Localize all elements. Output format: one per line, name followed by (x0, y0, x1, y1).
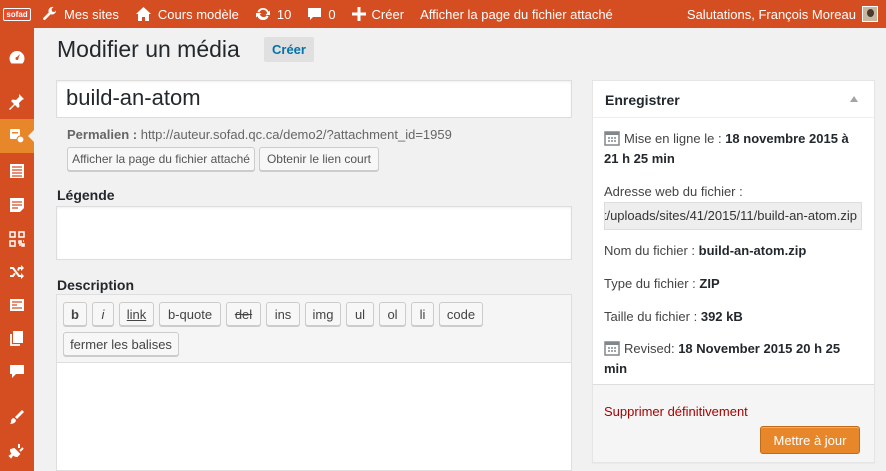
sidebar-item-list[interactable] (0, 154, 34, 188)
publish-box-header[interactable]: Enregistrer (593, 81, 874, 118)
upload-date: Mise en ligne le : 18 novembre 2015 à 21… (604, 129, 866, 169)
comments-count: 0 (328, 6, 336, 22)
update-button[interactable]: Mettre à jour (760, 426, 860, 454)
qt-bold-button[interactable]: b (63, 302, 87, 326)
comments-link[interactable]: 0 (299, 0, 343, 28)
wrench-icon (43, 6, 57, 20)
collapse-arrow-icon[interactable] (850, 96, 858, 102)
revised-date: Revised: 18 November 2015 20 h 25 min (604, 339, 866, 379)
admin-menu (0, 28, 34, 471)
view-attachment-label: Afficher la page du fichier attaché (420, 6, 613, 22)
shuffle-icon (10, 265, 24, 279)
publish-box: Enregistrer Mise en ligne le : 18 novemb… (592, 80, 875, 463)
file-size: Taille du fichier : 392 kB (604, 307, 743, 327)
logo-text: sofad (3, 7, 31, 21)
file-type-value: ZIP (699, 276, 720, 291)
qt-ins-button[interactable]: ins (266, 302, 300, 326)
greeting: Salutations, François Moreau (686, 6, 856, 22)
sidebar-item-form[interactable] (0, 288, 34, 322)
sidebar-item-grid[interactable] (0, 222, 34, 256)
admin-bar: sofad Mes sites Cours modèle 10 0 Créer … (0, 0, 886, 28)
file-url-label: Adresse web du fichier : (604, 184, 743, 199)
file-type: Type du fichier : ZIP (604, 274, 720, 294)
qt-ul-button[interactable]: ul (346, 302, 374, 326)
updates-count: 10 (276, 6, 292, 22)
upload-date-label: Mise en ligne le : (624, 131, 722, 146)
dashboard-icon (9, 51, 25, 64)
sidebar-item-plugins[interactable] (0, 434, 34, 468)
caption-label: Légende (57, 187, 115, 203)
sidebar-item-media[interactable] (0, 119, 34, 153)
new-label: Créer (371, 6, 405, 22)
view-attachment-link[interactable]: Afficher la page du fichier attaché (412, 0, 621, 28)
file-name-value: build-an-atom.zip (698, 243, 807, 258)
calendar-icon (604, 341, 620, 356)
sidebar-item-post[interactable] (0, 188, 34, 222)
avatar (862, 6, 878, 22)
home-icon (135, 7, 151, 21)
view-attachment-button[interactable]: Afficher la page du fichier attaché (67, 147, 255, 171)
page-title: Modifier un média (57, 36, 240, 62)
plugins-icon (8, 444, 24, 459)
file-type-label: Type du fichier : (604, 276, 696, 291)
new-content-menu[interactable]: Créer (344, 0, 413, 28)
sidebar-item-appearance[interactable] (0, 400, 34, 434)
site-name-menu[interactable]: Cours modèle (127, 0, 247, 28)
publish-actions: Supprimer définitivement Mettre à jour (593, 384, 874, 462)
sidebar-item-posts[interactable] (0, 84, 34, 118)
quicktags-toolbar: b i link b-quote del ins img ul ol li co… (57, 295, 571, 363)
delete-permanently-link[interactable]: Supprimer définitivement (604, 404, 748, 419)
qt-ol-button[interactable]: ol (379, 302, 406, 326)
pin-icon (9, 94, 24, 110)
qt-code-button[interactable]: code (439, 302, 483, 326)
site-name-label: Cours modèle (157, 6, 239, 22)
file-name: Nom du fichier : build-an-atom.zip (604, 241, 806, 261)
qt-link-button[interactable]: link (119, 302, 154, 326)
revised-label: Revised: (624, 341, 675, 356)
file-url-value: http://auteur.sofad.qc.ca/demo2/wp-conte… (605, 208, 857, 223)
sidebar-item-dashboard[interactable] (0, 40, 34, 74)
qt-del-button[interactable]: del (226, 302, 261, 326)
my-sites-label: Mes sites (64, 6, 119, 22)
list-icon (10, 164, 24, 178)
description-textarea[interactable] (57, 364, 571, 470)
description-label: Description (57, 277, 135, 293)
file-url-field[interactable]: http://auteur.sofad.qc.ca/demo2/wp-conte… (604, 202, 862, 230)
updates-icon (255, 7, 270, 21)
title-input[interactable]: build-an-atom (56, 80, 572, 118)
sidebar-item-shuffle[interactable] (0, 255, 34, 289)
qt-blockquote-button[interactable]: b-quote (159, 302, 221, 326)
qt-img-button[interactable]: img (305, 302, 341, 326)
file-size-value: 392 kB (700, 309, 743, 324)
description-editor: b i link b-quote del ins img ul ol li co… (56, 294, 572, 471)
my-sites-menu[interactable]: Mes sites (34, 0, 127, 28)
publish-heading: Enregistrer (605, 92, 680, 108)
plus-icon (351, 7, 366, 21)
comments-icon (10, 365, 24, 378)
qt-close-tags-button[interactable]: fermer les balises (63, 332, 179, 356)
file-name-label: Nom du fichier : (604, 243, 696, 258)
post-icon (10, 198, 24, 212)
appearance-icon (10, 410, 24, 424)
calendar-icon (604, 131, 620, 146)
comment-icon (308, 7, 322, 20)
file-size-label: Taille du fichier : (604, 309, 698, 324)
media-icon (10, 129, 25, 144)
permalink-label: Permalien : (67, 127, 138, 142)
qt-li-button[interactable]: li (411, 302, 434, 326)
add-new-button[interactable]: Créer (264, 37, 314, 62)
pages-icon (10, 331, 23, 346)
grid-icon (9, 231, 25, 247)
caption-textarea[interactable] (56, 206, 572, 260)
permalink-url[interactable]: http://auteur.sofad.qc.ca/demo2/?attachm… (141, 127, 452, 142)
sidebar-item-pages[interactable] (0, 321, 34, 355)
qt-italic-button[interactable]: i (92, 302, 114, 326)
sidebar-item-comments[interactable] (0, 354, 34, 388)
form-icon (10, 299, 24, 311)
site-logo[interactable]: sofad (0, 0, 34, 28)
updates-link[interactable]: 10 (247, 0, 299, 28)
user-account-menu[interactable]: Salutations, François Moreau (687, 0, 886, 28)
get-shortlink-button[interactable]: Obtenir le lien court (259, 147, 379, 171)
permalink: Permalien : http://auteur.sofad.qc.ca/de… (67, 127, 452, 142)
